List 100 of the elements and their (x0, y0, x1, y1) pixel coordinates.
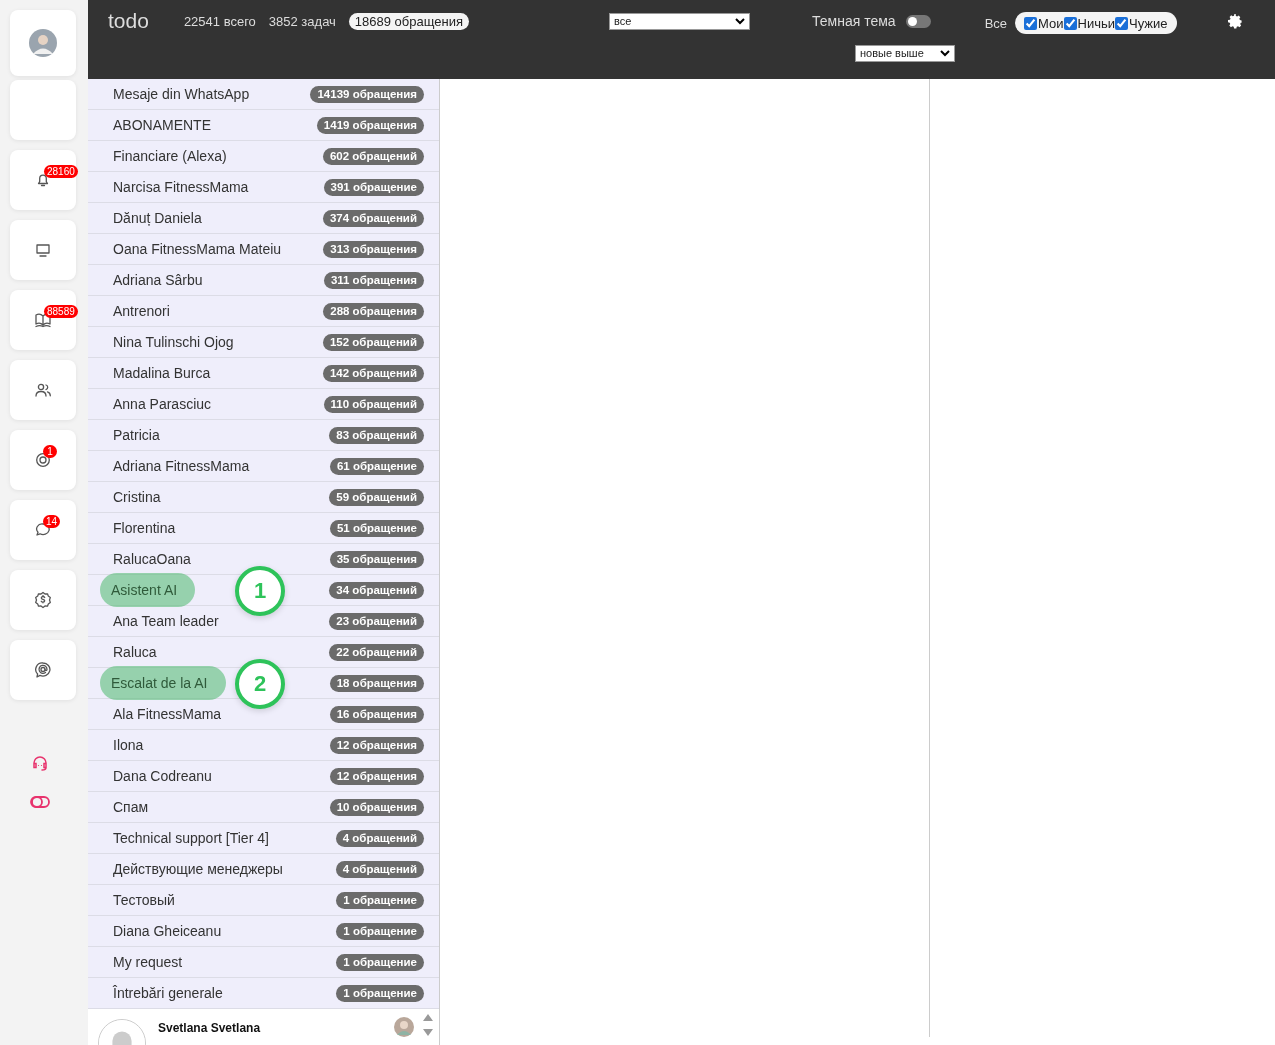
queue-name: ABONAMENTE (112, 116, 212, 135)
queue-name: Asistent AI (100, 573, 196, 607)
scope-checkbox[interactable] (1063, 16, 1077, 30)
scope-checkbox[interactable] (1115, 16, 1128, 30)
count-badge: 152 обращений (322, 333, 424, 351)
scope-checkbox[interactable] (1024, 16, 1038, 30)
task-count: 3852 задач (268, 13, 336, 29)
count-badge: 61 обращение (329, 457, 424, 475)
queue-name: Raluca (112, 643, 158, 662)
queue-name: Technical support [Tier 4] (112, 829, 270, 848)
count-badge: 14139 обращения (310, 85, 424, 103)
queue-name: Madalina Burca (112, 364, 212, 383)
count-badge: 1419 обращения (316, 116, 424, 134)
queue-name: My request (112, 953, 184, 972)
scroll-arrows-icon[interactable] (422, 1012, 434, 1038)
queue-name: Adriana FitnessMama (112, 457, 251, 476)
count-badge: 4 обращений (335, 860, 424, 878)
queue-name: Dănuț Daniela (112, 209, 203, 228)
count-badge: 51 обращение (329, 519, 424, 537)
count-badge: 59 обращений (329, 488, 424, 506)
nav-card[interactable] (10, 10, 76, 76)
queue-name: Anna Parasciuc (112, 395, 213, 414)
queue-name: Действующие менеджеры (112, 860, 284, 879)
queue-name: RalucaOana (112, 550, 192, 569)
count-badge: 10 обращения (329, 798, 424, 816)
all-filter-label: Все (984, 15, 1008, 31)
count-badge: 374 обращений (322, 209, 424, 227)
queue-name: Ilona (112, 736, 145, 755)
count-badge: 18 обращения (329, 674, 424, 692)
count-badge: 16 обращения (329, 705, 424, 723)
checkbox-label: Мои (1038, 15, 1064, 31)
checkbox-label: Ничьи (1077, 15, 1115, 31)
count-badge: 12 обращения (329, 767, 424, 785)
count-badge: 22 обращений (329, 643, 424, 661)
queue-name: Dana Codreanu (112, 767, 213, 786)
count-badge: 1 обращение (336, 953, 424, 971)
queue-name: Ala FitnessMama (112, 705, 223, 724)
queue-name: Florentina (112, 519, 177, 538)
count-badge: 83 обращений (329, 426, 424, 444)
count-badge: 311 обращения (323, 271, 424, 289)
total-count: 22541 всего (183, 13, 256, 29)
queue-name: Diana Gheiceanu (112, 922, 223, 941)
app-logo: todo (108, 9, 149, 33)
checkbox-label: Чужие (1129, 15, 1168, 31)
queue-name: Patricia (112, 426, 161, 445)
count-badge: 4 обращений (335, 829, 424, 847)
dark-theme-label: Темная тема (812, 13, 896, 29)
count-badge: 288 обращения (323, 302, 424, 320)
count-badge: 110 обращений (323, 395, 424, 413)
queue-name: Ana Team leader (112, 612, 220, 631)
count-badge: 88589 (44, 305, 78, 318)
count-badge: 1 обращение (336, 922, 424, 940)
count-badge: 34 обращений (329, 581, 424, 599)
avatar[interactable] (29, 29, 57, 57)
avatar (394, 1017, 414, 1037)
filter-select[interactable]: все (609, 12, 751, 30)
count-badge: 28160 (44, 165, 78, 178)
count-badge: 142 обращений (322, 364, 424, 382)
dollar-badge-icon[interactable] (34, 591, 52, 609)
callout-marker: 1 (235, 566, 285, 616)
headset-icon[interactable] (31, 754, 49, 772)
dark-theme-toggle[interactable] (905, 14, 931, 28)
queue-name: Cristina (112, 488, 162, 507)
queue-name: Спам (112, 798, 150, 817)
caret-icon (940, 49, 950, 57)
nav-card[interactable]: 1 (10, 430, 76, 490)
nav-card[interactable] (10, 220, 76, 280)
count-badge: 1 обращение (336, 891, 424, 909)
contact-name: Svetlana Svetlana (158, 1021, 261, 1035)
queue-name: Nina Tulinschi Ojog (112, 333, 235, 352)
callout-marker: 2 (235, 659, 285, 709)
toggle-icon[interactable] (30, 796, 50, 808)
chat-at-icon[interactable] (34, 661, 52, 679)
count-badge: 313 обращения (323, 240, 424, 258)
count-badge: 35 обращения (329, 550, 424, 568)
count-badge: 602 обращений (322, 147, 424, 165)
request-count: 18689 обращения (348, 12, 470, 30)
users-icon[interactable] (34, 382, 52, 398)
queue-name: Oana FitnessMama Mateiu (112, 240, 283, 259)
queue-name: Escalat de la AI (100, 666, 226, 700)
queue-name: Antrenori (112, 302, 171, 321)
queue-name: Financiare (Alexa) (112, 147, 228, 166)
nav-card[interactable] (10, 570, 76, 630)
nav-card[interactable] (10, 640, 76, 700)
count-badge: 391 обращение (323, 178, 424, 196)
settings-icon[interactable] (1227, 13, 1243, 29)
nav-card[interactable]: 88589 (10, 290, 76, 350)
queue-name: Тестовый (112, 891, 176, 910)
count-badge: 12 обращения (329, 736, 424, 754)
sort-select[interactable]: новые выше (855, 44, 955, 62)
count-badge: 1 обращение (336, 984, 424, 1002)
monitor-icon[interactable] (35, 242, 51, 258)
nav-card[interactable]: 14 (10, 500, 76, 560)
queue-name: Adriana Sârbu (112, 271, 204, 290)
queue-name: Întrebări generale (112, 984, 224, 1003)
queue-name: Mesaje din WhatsApp (112, 85, 251, 104)
queue-name: Narcisa FitnessMama (112, 178, 250, 197)
count-badge: 14 (43, 515, 61, 528)
nav-card[interactable]: 28160 (10, 150, 76, 210)
caret-icon (735, 17, 746, 25)
